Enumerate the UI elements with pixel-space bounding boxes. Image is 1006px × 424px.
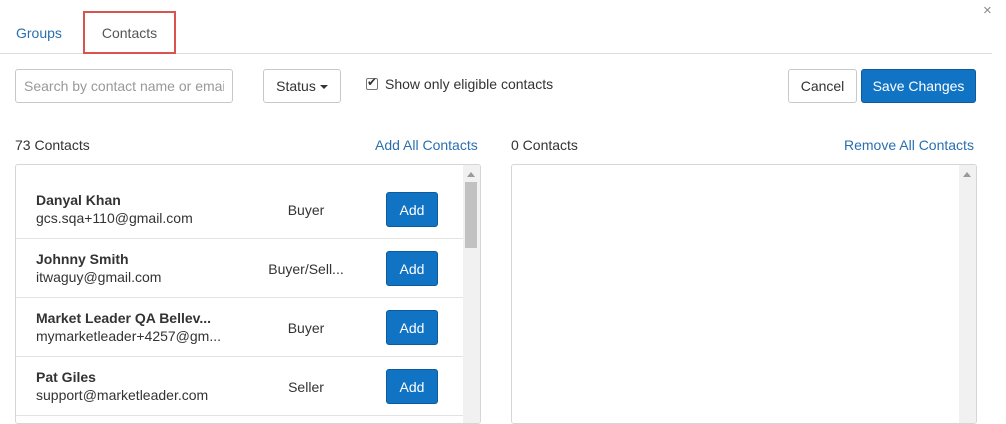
tab-bar: Groups Contacts (0, 0, 992, 54)
status-dropdown-button[interactable]: Status (263, 69, 341, 103)
available-contacts-list: Danyal Khan gcs.sqa+110@gmail.com Buyer … (15, 164, 481, 424)
save-changes-button[interactable]: Save Changes (861, 69, 976, 103)
add-all-contacts-link[interactable]: Add All Contacts (375, 137, 478, 153)
selected-contacts-list (511, 164, 977, 424)
available-contacts-count: 73 Contacts (15, 137, 90, 153)
add-contact-button[interactable]: Add (386, 251, 438, 286)
scroll-up-arrow-icon[interactable] (467, 172, 475, 177)
contact-email: mymarketleader+4257@gm... (36, 328, 222, 344)
tab-contacts[interactable]: Contacts (83, 11, 176, 54)
contact-name: Pat Giles (36, 369, 96, 385)
search-input[interactable] (15, 69, 233, 103)
contact-row: Market Leader QA Bellev... mymarketleade… (16, 298, 463, 357)
contact-row: Danyal Khan gcs.sqa+110@gmail.com Buyer … (16, 165, 463, 239)
contact-email: itwaguy@gmail.com (36, 269, 162, 285)
contact-name: Market Leader QA Bellev... (36, 310, 212, 326)
contact-email: support@marketleader.com (36, 387, 209, 403)
add-contact-button[interactable]: Add (386, 192, 438, 227)
available-list-scrollbar[interactable] (463, 165, 480, 423)
contact-email: gcs.sqa+110@gmail.com (36, 210, 193, 226)
add-contact-button[interactable]: Add (386, 369, 438, 404)
contact-role: Buyer/Sell... (268, 261, 344, 277)
add-contact-button[interactable]: Add (386, 310, 438, 345)
remove-all-contacts-link[interactable]: Remove All Contacts (844, 137, 974, 153)
selected-contacts-count: 0 Contacts (511, 137, 578, 153)
checkmark-icon: ✔ (367, 75, 378, 89)
contact-name: Danyal Khan (36, 192, 121, 208)
contact-row: Pat Giles support@marketleader.com Selle… (16, 357, 463, 416)
contact-name: Johnny Smith (36, 251, 129, 267)
eligible-filter[interactable]: ✔ Show only eligible contacts (366, 75, 554, 92)
contact-row: Johnny Smith itwaguy@gmail.com Buyer/Sel… (16, 239, 463, 298)
contact-role: Buyer (287, 320, 325, 336)
tab-groups[interactable]: Groups (16, 24, 62, 42)
scrollbar-thumb[interactable] (465, 182, 477, 248)
selected-list-scrollbar[interactable] (959, 165, 976, 423)
cancel-button[interactable]: Cancel (788, 69, 857, 103)
caret-down-icon (319, 85, 328, 89)
contact-role: Seller (288, 379, 324, 395)
eligible-checkbox[interactable]: ✔ (366, 75, 378, 90)
contact-role: Buyer (287, 202, 325, 218)
scroll-up-arrow-icon[interactable] (963, 172, 971, 177)
eligible-label: Show only eligible contacts (385, 76, 554, 92)
status-label: Status (276, 78, 316, 94)
